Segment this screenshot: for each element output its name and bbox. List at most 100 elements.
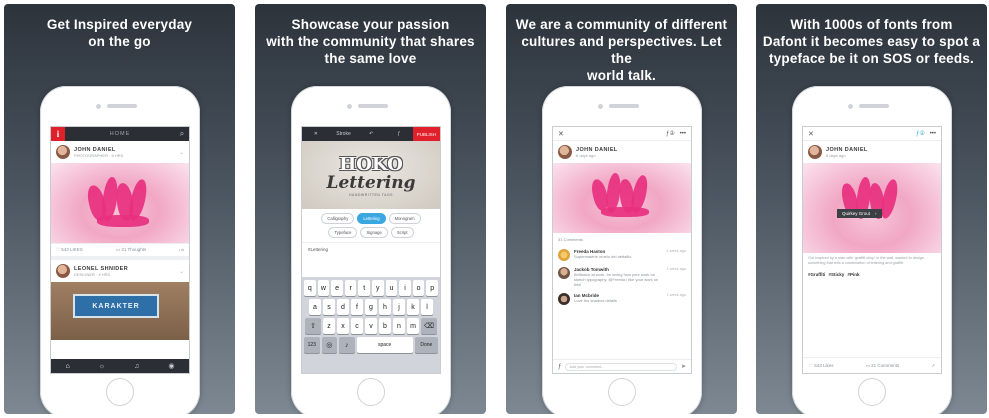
numbers-key[interactable]: 123 bbox=[304, 337, 320, 353]
post-image[interactable] bbox=[51, 163, 189, 243]
chevron-down-icon[interactable]: ⌄ bbox=[179, 268, 184, 275]
keyboard-key[interactable]: y bbox=[372, 280, 384, 296]
profile-icon[interactable]: ◉ bbox=[168, 362, 174, 370]
screenshot-panel-home: Get Inspired everyday on the go i HOME ⌕… bbox=[4, 4, 235, 414]
keyboard-key[interactable]: a bbox=[309, 299, 321, 315]
publish-button[interactable]: PUBLISH bbox=[412, 127, 440, 141]
like-count[interactable]: ♡ 543 LIKES bbox=[56, 247, 83, 253]
keyboard-key[interactable]: r bbox=[344, 280, 357, 296]
avatar[interactable] bbox=[56, 264, 70, 278]
stroke-tool[interactable]: Stroke bbox=[330, 131, 358, 137]
notification-icon[interactable]: ♫ bbox=[134, 363, 139, 370]
undo-icon[interactable]: ↶ bbox=[357, 131, 385, 137]
comment-count[interactable]: ▭ 21 Comments bbox=[866, 363, 900, 369]
chip-signage[interactable]: Signage bbox=[360, 227, 388, 238]
post-image[interactable] bbox=[553, 163, 691, 233]
post-author[interactable]: JOHN DANIEL bbox=[576, 147, 618, 153]
keyboard-key[interactable]: h bbox=[379, 299, 391, 315]
keyboard-key[interactable]: d bbox=[337, 299, 349, 315]
home-button[interactable] bbox=[106, 378, 134, 406]
avatar[interactable] bbox=[558, 249, 570, 261]
keyboard-key[interactable]: i bbox=[399, 280, 411, 296]
font-icon[interactable]: ƒ bbox=[558, 364, 561, 370]
panel-caption: With 1000s of fonts from Dafont it becom… bbox=[762, 17, 981, 66]
keyboard-key[interactable]: j bbox=[393, 299, 405, 315]
keyboard-key[interactable]: t bbox=[358, 280, 370, 296]
keyboard-key[interactable]: s bbox=[323, 299, 335, 315]
post-author[interactable]: LEONEL SHNIDER bbox=[74, 266, 128, 272]
home-button[interactable] bbox=[357, 378, 385, 406]
bulb-icon[interactable]: ☼ bbox=[99, 363, 105, 370]
post-image[interactable]: KARAKTER bbox=[51, 282, 189, 340]
keyboard-key[interactable]: l bbox=[421, 299, 433, 315]
artwork-top-text: HOKO bbox=[339, 153, 403, 175]
keyboard-key[interactable]: x bbox=[337, 318, 349, 334]
feed-post[interactable]: LEONEL SHNIDER DESIGNER · 4 HRS ⌄ KARAKT… bbox=[51, 260, 189, 340]
chevron-down-icon[interactable]: ⌄ bbox=[179, 149, 184, 156]
chevron-right-icon[interactable]: › bbox=[875, 211, 877, 216]
font-tooltip[interactable]: Quirkey Grout › bbox=[837, 209, 882, 218]
keyboard-key[interactable]: o bbox=[412, 280, 425, 296]
phone-speaker bbox=[859, 104, 889, 108]
keyboard-key[interactable]: z bbox=[323, 318, 335, 334]
chip-lettering[interactable]: Lettering bbox=[357, 213, 386, 224]
keyboard-key[interactable]: m bbox=[407, 318, 419, 334]
keyboard-key[interactable]: k bbox=[407, 299, 419, 315]
keyboard-key[interactable]: u bbox=[385, 280, 398, 296]
shift-key[interactable]: ⇧ bbox=[305, 318, 321, 334]
keyboard-key[interactable]: b bbox=[379, 318, 391, 334]
screenshot-panel-comments: We are a community of different cultures… bbox=[506, 4, 737, 414]
font-icon[interactable]: ƒ bbox=[385, 131, 413, 137]
avatar[interactable] bbox=[808, 145, 822, 159]
home-button[interactable] bbox=[858, 378, 886, 406]
avatar[interactable] bbox=[558, 293, 570, 305]
avatar[interactable] bbox=[56, 145, 70, 159]
post-author[interactable]: JOHN DANIEL bbox=[826, 147, 868, 153]
avatar[interactable] bbox=[558, 267, 570, 279]
keyboard-key[interactable]: c bbox=[351, 318, 363, 334]
mic-icon[interactable]: ♪ bbox=[339, 337, 355, 353]
close-icon[interactable]: ✕ bbox=[302, 131, 330, 137]
search-icon[interactable]: ⌕ bbox=[175, 129, 189, 139]
close-icon[interactable]: ✕ bbox=[808, 130, 814, 138]
keyboard-key[interactable]: w bbox=[317, 280, 330, 296]
keyboard-key[interactable]: q bbox=[304, 280, 316, 296]
post-author[interactable]: JOHN DANIEL bbox=[74, 147, 123, 153]
backspace-key[interactable]: ⌫ bbox=[421, 318, 437, 334]
keyboard-key[interactable]: e bbox=[331, 280, 343, 296]
thumbs-up-icon[interactable]: 👍︎ bbox=[179, 247, 184, 253]
keyboard-key[interactable]: v bbox=[365, 318, 377, 334]
post-image[interactable]: Quirkey Grout › bbox=[803, 163, 941, 253]
keyboard-key[interactable]: f bbox=[351, 299, 363, 315]
globe-icon[interactable]: ◎ bbox=[321, 337, 337, 353]
comment-count[interactable]: ▭ 21 Thoughts bbox=[116, 247, 146, 253]
home-button[interactable] bbox=[608, 378, 636, 406]
home-icon[interactable]: ⌂ bbox=[65, 363, 69, 370]
send-icon[interactable]: ➤ bbox=[681, 363, 686, 370]
app-logo[interactable]: i bbox=[51, 127, 65, 141]
chip-monogram[interactable]: Monogram bbox=[388, 213, 421, 224]
chip-typeface[interactable]: Typeface bbox=[328, 227, 358, 238]
space-key[interactable]: space bbox=[356, 337, 413, 353]
share-icon[interactable]: ↗ bbox=[931, 363, 935, 369]
more-icon[interactable]: ••• bbox=[680, 131, 686, 137]
chip-calligraphy[interactable]: Calligraphy bbox=[321, 213, 355, 224]
font-info-icon[interactable]: ƒ② bbox=[916, 131, 925, 137]
more-icon[interactable]: ••• bbox=[930, 131, 936, 137]
font-info-icon[interactable]: ƒ② bbox=[666, 131, 675, 137]
done-key[interactable]: Done bbox=[414, 337, 438, 353]
tag-input[interactable]: #Lettering bbox=[302, 242, 440, 256]
like-count[interactable]: ♡ 543 Likes bbox=[809, 363, 834, 369]
post-hashtags[interactable]: #Graffiti #Sticky #Pink bbox=[803, 269, 941, 280]
comment-input[interactable]: Add your comment... bbox=[565, 362, 677, 371]
phone-frame: ✕ ƒ② ••• JOHN DANIEL 8 days ago bbox=[542, 86, 702, 414]
keyboard-key[interactable]: g bbox=[365, 299, 377, 315]
feed-post[interactable]: JOHN DANIEL PHOTOGRAPHER · 8 HRS ⌄ ♡ 543… bbox=[51, 141, 189, 256]
chip-script[interactable]: Script bbox=[390, 227, 414, 238]
artwork-preview[interactable]: HOKO Lettering HANDWRITTEN TAGS bbox=[302, 141, 440, 209]
phone-camera bbox=[848, 104, 853, 109]
close-icon[interactable]: ✕ bbox=[558, 130, 564, 138]
keyboard-key[interactable]: n bbox=[393, 318, 405, 334]
avatar[interactable] bbox=[558, 145, 572, 159]
keyboard-key[interactable]: p bbox=[426, 280, 438, 296]
